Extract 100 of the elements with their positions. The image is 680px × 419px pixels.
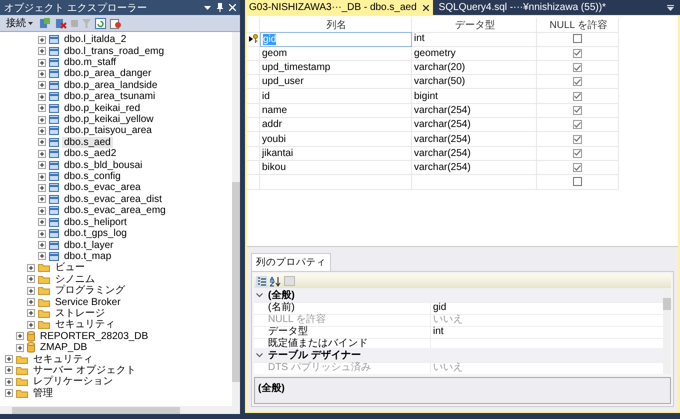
tree-item[interactable]: dbo.p_area_danger bbox=[62, 68, 154, 80]
expand-icon[interactable] bbox=[38, 81, 46, 90]
name-cell[interactable]: bikou bbox=[260, 160, 412, 176]
type-cell[interactable]: bigint bbox=[412, 89, 537, 104]
tree-item[interactable]: dbo.l_italda_2 bbox=[62, 34, 128, 46]
expand-icon[interactable] bbox=[27, 320, 35, 329]
document-tab[interactable]: G03-NISHIZAWA3···_DB - dbo.s_aed bbox=[245, 0, 433, 15]
allow-null-checkbox[interactable] bbox=[573, 77, 582, 86]
properties-tab[interactable]: 列のプロパティ bbox=[251, 253, 331, 271]
property-value[interactable]: gid bbox=[430, 300, 663, 315]
tree-item[interactable]: セキュリティ bbox=[53, 319, 117, 330]
document-tab[interactable]: SQLQuery4.sql -···¥nnishizawa (55))* bbox=[434, 0, 610, 15]
property-value[interactable]: int bbox=[430, 324, 663, 339]
expand-icon[interactable] bbox=[38, 161, 46, 170]
tree-item[interactable]: シノニム bbox=[53, 274, 97, 285]
tree-item[interactable]: ZMAP_DB bbox=[38, 342, 90, 354]
tree-item[interactable]: ストレージ bbox=[53, 308, 107, 319]
expand-icon[interactable] bbox=[38, 47, 46, 56]
expand-icon[interactable] bbox=[38, 241, 46, 250]
type-cell[interactable]: varchar(254) bbox=[412, 160, 537, 176]
tree-item[interactable]: dbo.p_keikai_yellow bbox=[62, 114, 156, 126]
expand-icon[interactable] bbox=[27, 264, 35, 272]
expand-icon[interactable] bbox=[38, 195, 46, 204]
tree-item[interactable]: REPORTER_28203_DB bbox=[38, 330, 150, 342]
type-cell[interactable]: int bbox=[412, 32, 537, 47]
vertical-scrollbar[interactable] bbox=[232, 32, 240, 406]
tree-item[interactable]: dbo.t_map bbox=[62, 250, 114, 262]
allow-null-checkbox[interactable] bbox=[573, 134, 582, 144]
allow-null-checkbox[interactable] bbox=[573, 48, 582, 58]
allow-null-checkbox[interactable] bbox=[573, 92, 582, 101]
type-cell[interactable]: varchar(20) bbox=[412, 60, 537, 76]
type-cell[interactable]: varchar(254) bbox=[412, 118, 537, 132]
tree-item[interactable]: dbo.m_staff bbox=[62, 57, 118, 68]
expand-icon[interactable] bbox=[38, 116, 46, 124]
allow-null-checkbox[interactable] bbox=[573, 163, 582, 172]
allow-null-checkbox[interactable] bbox=[573, 148, 582, 158]
expand-icon[interactable] bbox=[38, 206, 46, 215]
tree-item[interactable]: サーバー オブジェクト bbox=[31, 364, 138, 376]
tree-item[interactable]: dbo.t_layer bbox=[62, 240, 116, 251]
expand-icon[interactable] bbox=[38, 138, 46, 146]
expand-icon[interactable] bbox=[16, 344, 24, 352]
tree-item[interactable]: dbo.s_aed2 bbox=[62, 148, 118, 160]
name-cell[interactable]: upd_user bbox=[260, 75, 412, 90]
expand-icon[interactable] bbox=[38, 184, 46, 192]
name-cell[interactable]: jikantai bbox=[260, 146, 412, 161]
name-cell[interactable]: name bbox=[260, 104, 412, 118]
row-header[interactable] bbox=[247, 32, 260, 47]
name-cell[interactable]: geom bbox=[260, 46, 412, 61]
allow-null-checkbox[interactable] bbox=[573, 63, 582, 72]
expand-icon[interactable] bbox=[38, 36, 46, 44]
tree-item[interactable]: dbo.s_evac_area_emg bbox=[62, 205, 168, 216]
expand-icon[interactable] bbox=[5, 378, 13, 386]
type-cell[interactable]: geometry bbox=[412, 46, 537, 61]
type-cell[interactable]: varchar(50) bbox=[412, 75, 537, 90]
expand-icon[interactable] bbox=[27, 309, 35, 318]
tree-item[interactable]: dbo.s_bld_bousai bbox=[62, 160, 144, 171]
expand-icon[interactable] bbox=[38, 58, 46, 67]
tree-item[interactable]: dbo.s_evac_area_dist bbox=[62, 194, 164, 205]
allow-null-checkbox[interactable] bbox=[573, 120, 582, 130]
tree-item[interactable]: 管理 bbox=[31, 388, 55, 399]
expand-icon[interactable] bbox=[38, 230, 46, 238]
name-cell[interactable]: upd_timestamp bbox=[260, 60, 412, 76]
expand-icon[interactable] bbox=[38, 252, 46, 260]
expand-icon[interactable] bbox=[27, 286, 35, 295]
allow-null-checkbox[interactable] bbox=[573, 34, 582, 44]
tree-item[interactable]: ビュー bbox=[53, 262, 87, 274]
expand-icon[interactable] bbox=[38, 104, 46, 112]
tree-item[interactable]: Service Broker bbox=[53, 296, 123, 308]
vertical-scrollbar[interactable] bbox=[663, 288, 671, 374]
chevron-down-icon[interactable] bbox=[256, 352, 263, 358]
tree-item[interactable]: レプリケーション bbox=[31, 376, 115, 388]
type-cell[interactable]: varchar(254) bbox=[412, 132, 537, 147]
tree-item[interactable]: dbo.s_heliport bbox=[62, 216, 129, 228]
expand-icon[interactable] bbox=[27, 298, 35, 306]
tree-item[interactable]: dbo.t_gps_log bbox=[62, 228, 129, 240]
tree-item[interactable]: dbo.l_trans_road_emg bbox=[62, 46, 166, 57]
allow-null-checkbox[interactable] bbox=[573, 177, 582, 186]
expand-icon[interactable] bbox=[5, 389, 13, 398]
expand-icon[interactable] bbox=[5, 355, 13, 364]
tree-item[interactable]: dbo.s_config bbox=[62, 171, 123, 182]
tree-item[interactable]: dbo.p_taisyou_area bbox=[62, 125, 154, 136]
allow-null-checkbox[interactable] bbox=[573, 106, 582, 115]
expand-icon[interactable] bbox=[38, 218, 46, 226]
tree-item[interactable]: dbo.p_area_landside bbox=[62, 80, 160, 91]
name-cell[interactable]: addr bbox=[260, 118, 412, 132]
expand-icon[interactable] bbox=[38, 172, 46, 181]
connect-button[interactable]: 接続 bbox=[4, 16, 35, 30]
horizontal-scrollbar[interactable] bbox=[0, 406, 240, 414]
expand-icon[interactable] bbox=[16, 332, 24, 340]
tree-item[interactable]: セキュリティ bbox=[31, 354, 95, 365]
expand-icon[interactable] bbox=[38, 70, 46, 78]
type-cell[interactable]: varchar(254) bbox=[412, 104, 537, 118]
chevron-down-icon[interactable] bbox=[256, 292, 263, 298]
expand-icon[interactable] bbox=[38, 126, 46, 135]
type-cell[interactable]: varchar(254) bbox=[412, 146, 537, 161]
expand-icon[interactable] bbox=[5, 366, 13, 374]
name-cell[interactable]: id bbox=[260, 89, 412, 104]
tree-item[interactable]: プログラミング bbox=[53, 285, 127, 296]
tree-item[interactable]: dbo.p_keikai_red bbox=[62, 102, 142, 114]
name-cell[interactable]: youbi bbox=[260, 132, 412, 147]
